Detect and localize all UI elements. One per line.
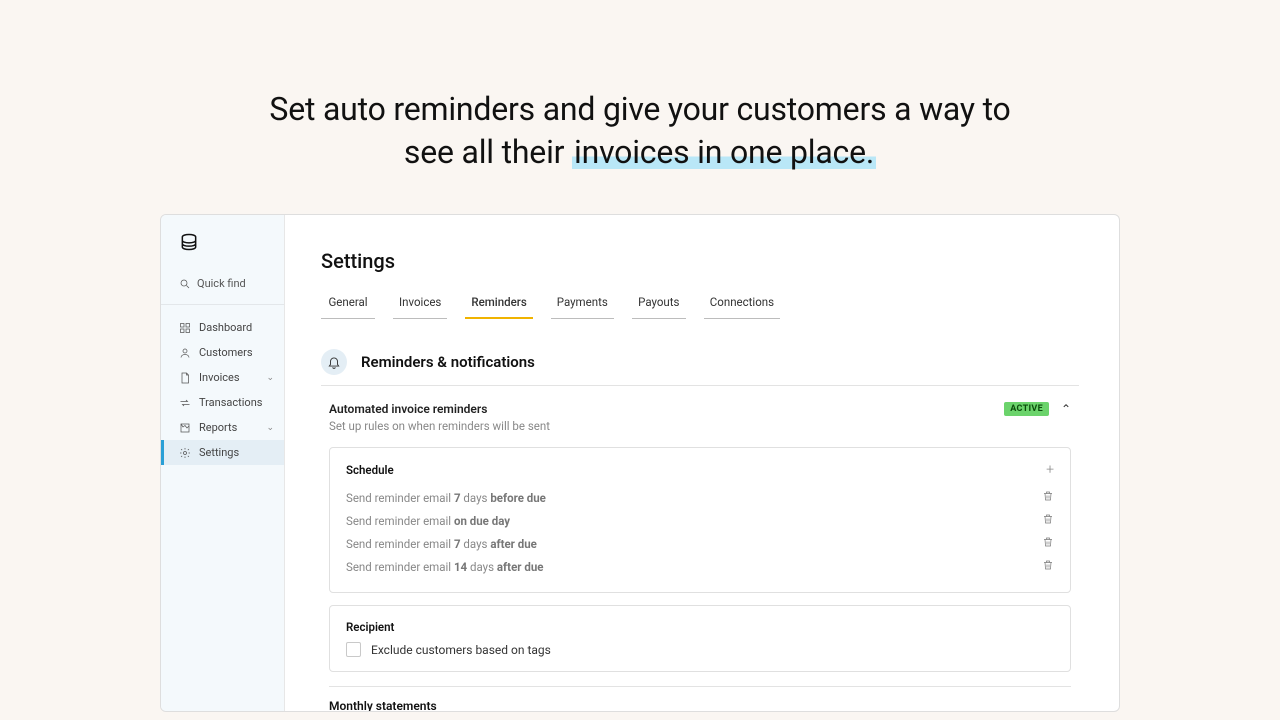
schedule-row: Send reminder email 7 days before due	[346, 486, 1054, 509]
delete-schedule-button[interactable]	[1042, 513, 1054, 528]
section-title: Reminders & notifications	[361, 353, 535, 371]
recipient-card: Recipient Exclude customers based on tag…	[329, 605, 1071, 672]
dashboard-icon	[179, 322, 191, 334]
sidebar-item-label: Invoices	[199, 371, 240, 384]
chevron-down-icon: ⌄	[266, 423, 274, 433]
schedule-text: Send reminder email 7 days before due	[346, 491, 546, 505]
customers-icon	[179, 347, 191, 359]
schedule-text: Send reminder email on due day	[346, 514, 510, 528]
app-logo	[179, 231, 284, 253]
sidebar-item-invoices[interactable]: Invoices ⌄	[161, 365, 284, 390]
app-window: Quick find Dashboard Customers Invoices …	[160, 214, 1120, 712]
delete-schedule-button[interactable]	[1042, 559, 1054, 574]
recipient-title: Recipient	[346, 620, 394, 634]
bell-icon	[321, 349, 347, 375]
sidebar-item-transactions[interactable]: Transactions	[161, 390, 284, 415]
tab-general[interactable]: General	[321, 291, 375, 319]
setting-subtitle: Set up rules on when reminders will be s…	[329, 419, 550, 433]
sidebar-item-label: Transactions	[199, 396, 262, 409]
add-schedule-button[interactable]: +	[1046, 462, 1054, 478]
status-badge: ACTIVE	[1004, 402, 1049, 416]
schedule-card: Schedule + Send reminder email 7 days be…	[329, 447, 1071, 593]
sidebar-item-label: Settings	[199, 446, 239, 459]
page-title: Settings	[321, 249, 1079, 273]
quick-find-label: Quick find	[197, 277, 246, 290]
sidebar-item-reports[interactable]: Reports ⌄	[161, 415, 284, 440]
exclude-tags-label: Exclude customers based on tags	[371, 643, 551, 657]
divider	[329, 686, 1071, 687]
hero-copy: Set auto reminders and give your custome…	[0, 0, 1280, 214]
tab-payouts[interactable]: Payouts	[632, 291, 686, 319]
sidebar-item-customers[interactable]: Customers	[161, 340, 284, 365]
schedule-row: Send reminder email on due day	[346, 509, 1054, 532]
delete-schedule-button[interactable]	[1042, 536, 1054, 551]
reports-icon	[179, 422, 191, 434]
schedule-row: Send reminder email 7 days after due	[346, 532, 1054, 555]
schedule-title: Schedule	[346, 463, 394, 477]
sidebar-item-label: Reports	[199, 421, 237, 434]
monthly-statements-title: Monthly statements	[321, 699, 1079, 711]
schedule-text: Send reminder email 14 days after due	[346, 560, 543, 574]
sidebar-item-label: Customers	[199, 346, 253, 359]
hero-line-2-pre: see all their	[404, 133, 572, 171]
section-header: Reminders & notifications	[321, 349, 1079, 386]
chevron-down-icon: ⌄	[266, 373, 274, 383]
tab-connections[interactable]: Connections	[704, 291, 780, 319]
automated-reminders-row: Automated invoice reminders Set up rules…	[321, 400, 1079, 433]
schedule-text: Send reminder email 7 days after due	[346, 537, 537, 551]
invoices-icon	[179, 372, 191, 384]
setting-title: Automated invoice reminders	[329, 402, 550, 416]
schedule-row: Send reminder email 14 days after due	[346, 555, 1054, 578]
sidebar-item-label: Dashboard	[199, 321, 252, 334]
delete-schedule-button[interactable]	[1042, 490, 1054, 505]
search-icon	[179, 278, 191, 290]
tab-payments[interactable]: Payments	[551, 291, 614, 319]
settings-tabs: General Invoices Reminders Payments Payo…	[321, 291, 1079, 319]
sidebar-item-dashboard[interactable]: Dashboard	[161, 315, 284, 340]
gear-icon	[179, 447, 191, 459]
hero-highlight: invoices in one place.	[572, 133, 876, 171]
quick-find[interactable]: Quick find	[161, 271, 284, 305]
tab-invoices[interactable]: Invoices	[393, 291, 447, 319]
sidebar: Quick find Dashboard Customers Invoices …	[161, 215, 285, 711]
tab-reminders[interactable]: Reminders	[465, 291, 532, 319]
collapse-toggle[interactable]: ⌃	[1061, 402, 1071, 416]
exclude-tags-checkbox[interactable]	[346, 642, 361, 657]
transactions-icon	[179, 397, 191, 409]
hero-line-1: Set auto reminders and give your custome…	[269, 90, 1010, 128]
sidebar-item-settings[interactable]: Settings	[161, 440, 284, 465]
main-panel: Settings General Invoices Reminders Paym…	[285, 215, 1119, 711]
